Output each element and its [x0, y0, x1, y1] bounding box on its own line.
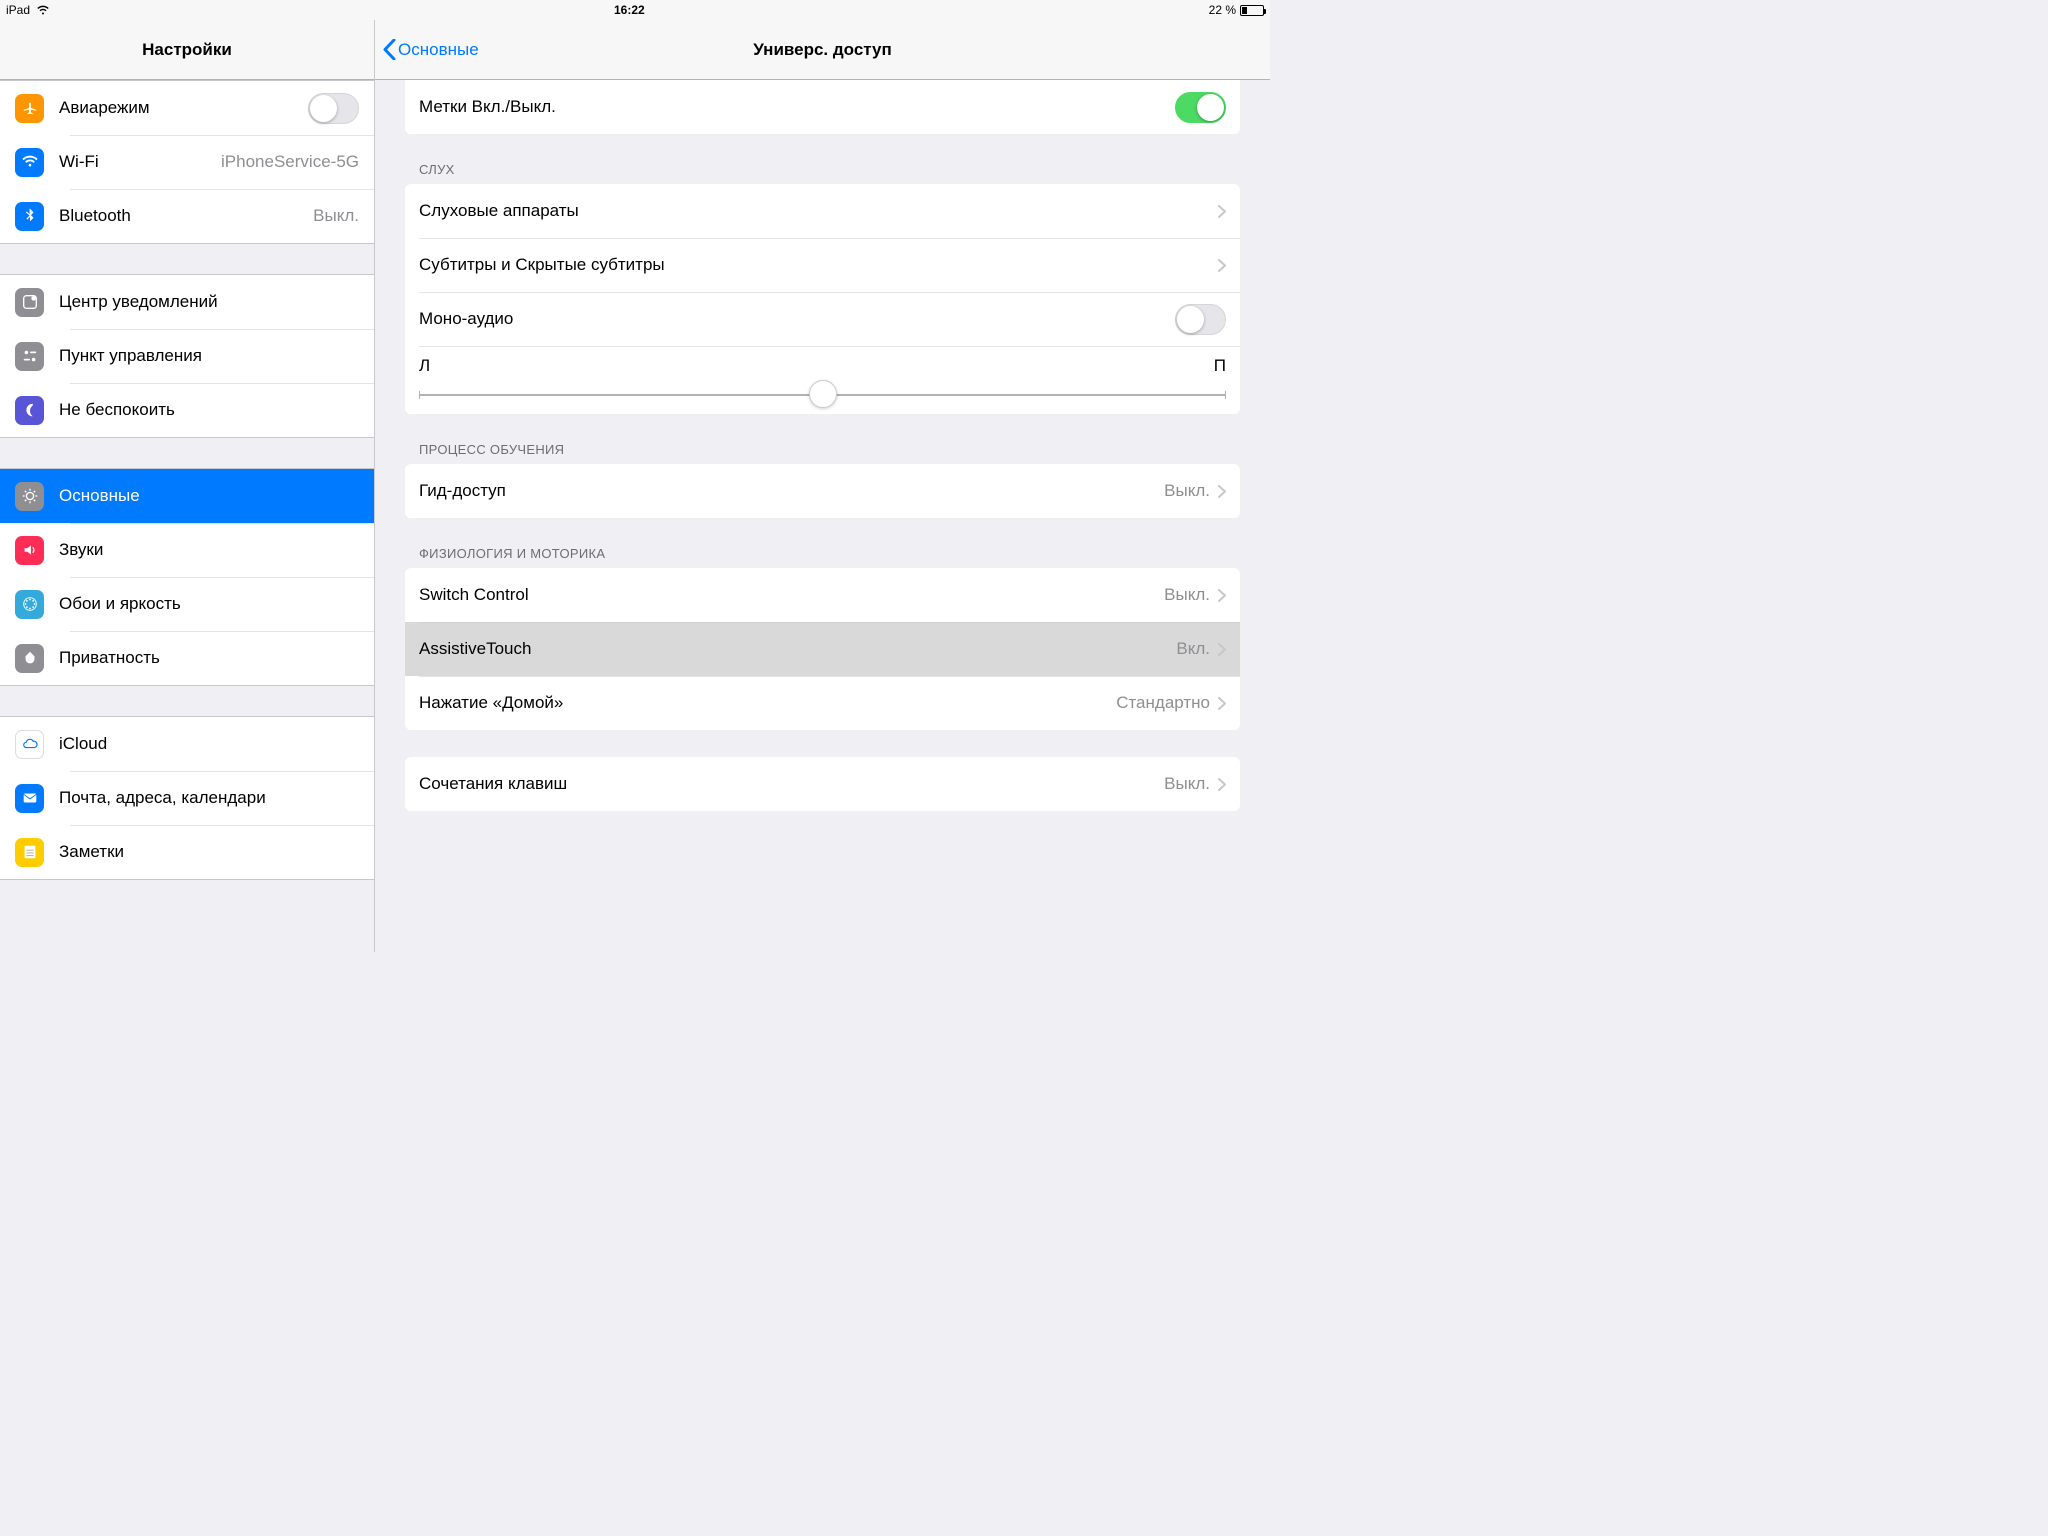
- sidebar-item-label: Звуки: [59, 540, 359, 560]
- sidebar-item-label: Заметки: [59, 842, 359, 862]
- sidebar-item-label: Обои и яркость: [59, 594, 359, 614]
- section-header: [405, 730, 1240, 757]
- settings-sidebar: Настройки Авиарежим Wi-Fi iPhoneService-5G…: [0, 20, 375, 952]
- row-слуховые-аппараты[interactable]: Слуховые аппараты: [405, 184, 1240, 238]
- chevron-right-icon: [1218, 485, 1226, 498]
- row-label: Субтитры и Скрытые субтитры: [419, 255, 1218, 275]
- sidebar-item-label: Wi-Fi: [59, 152, 213, 172]
- sidebar-item-label: Bluetooth: [59, 206, 305, 226]
- airplane-icon: [15, 94, 44, 123]
- sidebar-item-mail[interactable]: Почта, адреса, календари: [0, 771, 374, 825]
- row-value: Выкл.: [1164, 585, 1210, 605]
- sidebar-item-bluetooth[interactable]: Bluetooth Выкл.: [0, 189, 374, 243]
- section-header: ПРОЦЕСС ОБУЧЕНИЯ: [405, 414, 1240, 464]
- row-гид-доступ[interactable]: Гид-доступВыкл.: [405, 464, 1240, 518]
- sidebar-item-airplane[interactable]: Авиарежим: [0, 81, 374, 135]
- chevron-right-icon: [1218, 643, 1226, 656]
- row-value: Стандартно: [1116, 693, 1210, 713]
- toggle[interactable]: [1175, 304, 1226, 335]
- battery-percent: 22 %: [1209, 3, 1236, 17]
- sidebar-item-label: Основные: [59, 486, 359, 506]
- section-header: СЛУХ: [405, 134, 1240, 184]
- row-субтитры-и-скрытые-субтитры[interactable]: Субтитры и Скрытые субтитры: [405, 238, 1240, 292]
- sidebar-item-privacy[interactable]: Приватность: [0, 631, 374, 685]
- mail-icon: [15, 784, 44, 813]
- row-label: Метки Вкл./Выкл.: [419, 97, 1175, 117]
- sidebar-item-notes[interactable]: Заметки: [0, 825, 374, 879]
- sidebar-item-value: Выкл.: [313, 206, 359, 226]
- slider-right-label: П: [1214, 356, 1226, 376]
- row-value: Выкл.: [1164, 481, 1210, 501]
- back-label: Основные: [398, 40, 479, 60]
- sidebar-title: Настройки: [0, 40, 374, 60]
- row-switch-control[interactable]: Switch ControlВыкл.: [405, 568, 1240, 622]
- chevron-right-icon: [1218, 697, 1226, 710]
- row-нажатие-домой-[interactable]: Нажатие «Домой»Стандартно: [405, 676, 1240, 730]
- balance-slider[interactable]: [419, 394, 1226, 396]
- detail-pane: Основные Универс. доступ Метки Вкл./Выкл…: [375, 20, 1270, 952]
- sidebar-item-icloud[interactable]: iCloud: [0, 717, 374, 771]
- general-icon: [15, 482, 44, 511]
- row-сочетания-клавиш[interactable]: Сочетания клавишВыкл.: [405, 757, 1240, 811]
- device-label: iPad: [6, 3, 30, 17]
- row-assistivetouch[interactable]: AssistiveTouchВкл.: [405, 622, 1240, 676]
- sidebar-item-label: iCloud: [59, 734, 359, 754]
- sidebar-item-dnd[interactable]: Не беспокоить: [0, 383, 374, 437]
- row-value: Вкл.: [1176, 639, 1210, 659]
- sidebar-item-wifi[interactable]: Wi-Fi iPhoneService-5G: [0, 135, 374, 189]
- chevron-right-icon: [1218, 259, 1226, 272]
- clock: 16:22: [50, 3, 1209, 17]
- sidebar-navbar: Настройки: [0, 20, 374, 80]
- bluetooth-icon: [15, 202, 44, 231]
- row-label: Сочетания клавиш: [419, 774, 1164, 794]
- sidebar-item-label: Авиарежим: [59, 98, 308, 118]
- sidebar-item-label: Не беспокоить: [59, 400, 359, 420]
- back-button[interactable]: Основные: [375, 39, 479, 60]
- sidebar-item-notif[interactable]: Центр уведомлений: [0, 275, 374, 329]
- sidebar-item-label: Приватность: [59, 648, 359, 668]
- toggle-labels[interactable]: [1175, 92, 1226, 123]
- sidebar-item-label: Центр уведомлений: [59, 292, 359, 312]
- control-icon: [15, 342, 44, 371]
- sidebar-item-general[interactable]: Основные: [0, 469, 374, 523]
- row-labels-toggle[interactable]: Метки Вкл./Выкл.: [405, 80, 1240, 134]
- row-label: Switch Control: [419, 585, 1164, 605]
- balance-slider-row[interactable]: ЛП: [405, 346, 1240, 414]
- sounds-icon: [15, 536, 44, 565]
- row-value: Выкл.: [1164, 774, 1210, 794]
- chevron-right-icon: [1218, 589, 1226, 602]
- detail-title: Универс. доступ: [375, 40, 1270, 60]
- chevron-right-icon: [1218, 778, 1226, 791]
- sidebar-item-value: iPhoneService-5G: [221, 152, 359, 172]
- privacy-icon: [15, 644, 44, 673]
- row-моно-аудио[interactable]: Моно-аудио: [405, 292, 1240, 346]
- wifi-icon: [15, 148, 44, 177]
- row-label: Гид-доступ: [419, 481, 1164, 501]
- sidebar-item-sounds[interactable]: Звуки: [0, 523, 374, 577]
- chevron-right-icon: [1218, 205, 1226, 218]
- row-label: Нажатие «Домой»: [419, 693, 1116, 713]
- toggle-airplane[interactable]: [308, 93, 359, 124]
- sidebar-item-wallpaper[interactable]: Обои и яркость: [0, 577, 374, 631]
- icloud-icon: [15, 730, 44, 759]
- detail-navbar: Основные Универс. доступ: [375, 20, 1270, 80]
- slider-left-label: Л: [419, 356, 430, 376]
- section-header: ФИЗИОЛОГИЯ И МОТОРИКА: [405, 518, 1240, 568]
- row-label: AssistiveTouch: [419, 639, 1176, 659]
- row-label: Моно-аудио: [419, 309, 1175, 329]
- battery-icon: [1240, 5, 1264, 16]
- row-label: Слуховые аппараты: [419, 201, 1218, 221]
- sidebar-item-label: Почта, адреса, календари: [59, 788, 359, 808]
- dnd-icon: [15, 396, 44, 425]
- sidebar-item-label: Пункт управления: [59, 346, 359, 366]
- notif-icon: [15, 288, 44, 317]
- notes-icon: [15, 838, 44, 867]
- status-bar: iPad 16:22 22 %: [0, 0, 1270, 20]
- wifi-icon: [36, 5, 50, 15]
- sidebar-item-control[interactable]: Пункт управления: [0, 329, 374, 383]
- wallpaper-icon: [15, 590, 44, 619]
